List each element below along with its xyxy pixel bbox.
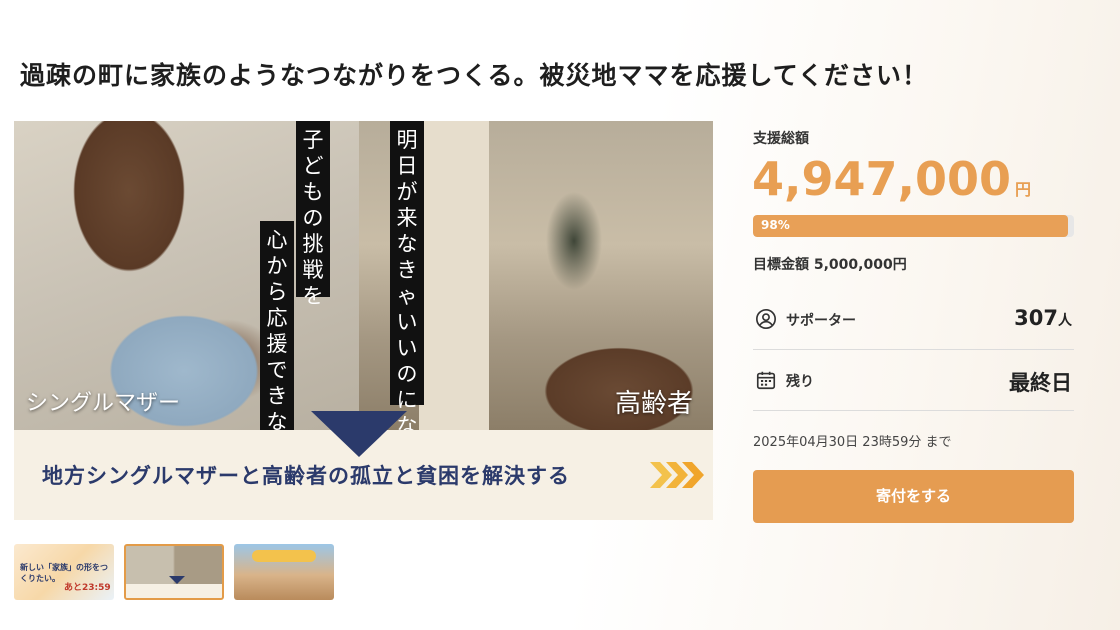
label-elderly: 高齢者 xyxy=(615,389,694,419)
remaining-row: 残り 最終日 xyxy=(753,351,1074,411)
supporters-count: 307 xyxy=(1014,306,1058,330)
down-arrow-icon xyxy=(311,411,407,457)
thumbnail-banner xyxy=(126,584,222,598)
deadline-text: 2025年04月30日 23時59分 まで xyxy=(753,435,952,450)
calendar-icon xyxy=(756,371,776,390)
supporters-label: サポーター xyxy=(786,313,856,329)
banner-text: 地方シングルマザーと高齢者の孤立と貧困を解決する xyxy=(42,464,570,488)
thumbnail-arrow-icon xyxy=(169,576,185,584)
page-title: 過疎の町に家族のようなつながりをつくる。被災地ママを応援してください！ xyxy=(20,61,929,90)
progress-bar: 98% xyxy=(753,215,1074,237)
supporters-unit: 人 xyxy=(1058,313,1072,329)
thumbnail-1-timer: あと23:59 xyxy=(64,583,111,593)
raised-amount-value: 4,947,000 xyxy=(752,152,1011,206)
hero-image[interactable]: 心から応援できない 子どもの挑戦を 明日が来なきゃいいのにな シングルマザー 高… xyxy=(14,121,713,520)
raised-amount: 4,947,000 円 xyxy=(752,152,1031,206)
thumbnail-2-selected[interactable] xyxy=(124,544,224,600)
thumbnail-1[interactable]: 新しい「家族」の形をつくりたい。 あと23:59 xyxy=(14,544,114,600)
supporters-value: 307人 xyxy=(1014,306,1072,330)
label-single-mother: シングルマザー xyxy=(26,391,181,416)
vertical-caption-1: 子どもの挑戦を xyxy=(296,121,330,308)
triple-chevron-icon xyxy=(650,462,704,488)
vertical-caption-2: 心から応援できない xyxy=(260,221,294,460)
thumbnail-ribbon xyxy=(252,550,316,562)
currency-unit: 円 xyxy=(1015,180,1032,199)
remaining-value: 最終日 xyxy=(1009,371,1072,395)
raised-label: 支援総額 xyxy=(753,131,809,147)
donate-button[interactable]: 寄付をする xyxy=(753,470,1074,523)
vertical-caption-3: 明日が来なきゃいいのにな xyxy=(390,121,424,438)
thumbnail-3[interactable] xyxy=(234,544,334,600)
progress-percent: 98% xyxy=(761,218,790,232)
goal-amount: 目標金額 5,000,000円 xyxy=(753,257,907,273)
supporters-row: サポーター 307人 xyxy=(753,290,1074,350)
progress-fill xyxy=(753,215,1068,237)
remaining-label: 残り xyxy=(786,374,814,390)
user-circle-icon xyxy=(756,309,776,329)
